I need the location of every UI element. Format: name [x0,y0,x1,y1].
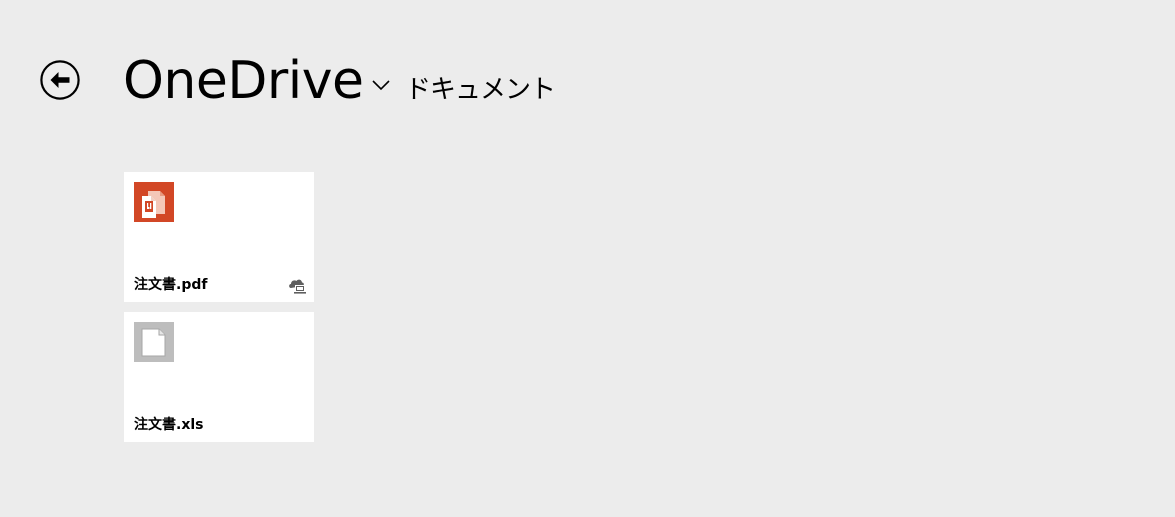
header: OneDrive [123,49,390,113]
file-tile-xls[interactable]: 注文書.xls [124,312,314,442]
pdf-file-icon [134,182,174,222]
page-title[interactable]: OneDrive [123,49,364,113]
cloud-offline-available-icon [288,277,308,295]
file-tile-pdf[interactable]: 注文書.pdf [124,172,314,302]
back-arrow-circle-icon [40,60,80,100]
chevron-down-icon[interactable] [371,79,390,91]
file-name: 注文書.xls [134,417,204,433]
back-button[interactable] [40,60,80,100]
generic-file-icon [134,322,174,362]
file-name: 注文書.pdf [134,277,208,293]
breadcrumb-location[interactable]: ドキュメント [405,73,556,107]
